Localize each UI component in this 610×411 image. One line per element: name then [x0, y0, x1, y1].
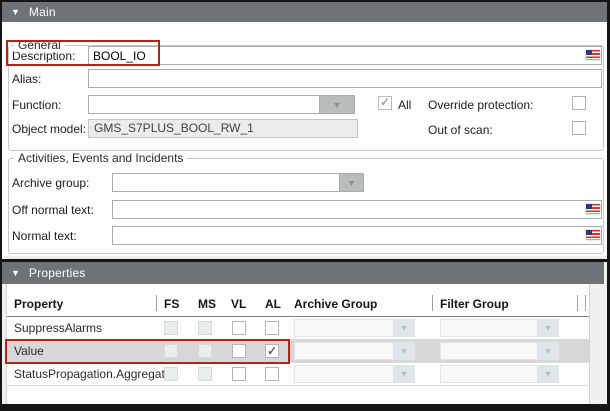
function-combobox-value[interactable]: [88, 95, 319, 114]
column-header-ms: MS: [198, 297, 216, 311]
column-separator: [156, 295, 157, 311]
column-header-al: AL: [265, 297, 281, 311]
column-header-property: Property: [14, 297, 63, 311]
dropdown-arrow-icon: ▼: [333, 100, 342, 110]
fs-checkbox: [164, 367, 178, 381]
function-dropdown-button[interactable]: ▼: [319, 95, 355, 114]
dropdown-arrow-icon: ▼: [400, 323, 409, 333]
collapse-icon[interactable]: ▼: [11, 269, 20, 278]
off-normal-text-label: Off normal text:: [12, 203, 94, 217]
fs-checkbox: [164, 344, 178, 358]
table-row[interactable]: SuppressAlarms ▼ ▼: [7, 317, 589, 340]
column-header-fs: FS: [164, 297, 179, 311]
dropdown-button[interactable]: ▼: [537, 319, 559, 337]
column-header-archive-group: Archive Group: [294, 297, 377, 311]
dropdown-arrow-icon: ▼: [400, 346, 409, 356]
dropdown-button[interactable]: ▼: [393, 319, 415, 337]
properties-section-title: Properties: [29, 266, 86, 280]
dropdown-arrow-icon: ▼: [400, 369, 409, 379]
al-checkbox[interactable]: ✓: [265, 344, 279, 358]
main-section-title: Main: [29, 5, 56, 19]
language-flag-icon: [586, 204, 600, 214]
off-normal-text-input[interactable]: [112, 200, 602, 219]
filter-group-cell-value[interactable]: [440, 319, 537, 337]
archive-group-cell-combobox[interactable]: ▼: [294, 365, 415, 383]
archive-group-dropdown-button[interactable]: ▼: [339, 173, 364, 192]
override-protection-label: Override protection:: [428, 98, 533, 112]
general-group-label: General: [14, 38, 65, 52]
filter-group-cell-combobox[interactable]: ▼: [440, 342, 559, 360]
vl-checkbox[interactable]: [232, 321, 246, 335]
language-flag-icon: [586, 230, 600, 240]
filter-group-cell-value[interactable]: [440, 365, 537, 383]
vl-checkbox[interactable]: [232, 367, 246, 381]
override-protection-checkbox[interactable]: [572, 96, 586, 110]
language-flag-icon: [586, 50, 600, 60]
panel-content: ▼ Main General Description: Alias: Funct…: [2, 2, 607, 404]
all-checkbox-label: All: [398, 98, 411, 112]
out-of-scan-checkbox[interactable]: [572, 121, 586, 135]
column-separator: [585, 295, 586, 311]
filter-group-cell-combobox[interactable]: ▼: [440, 365, 559, 383]
property-panel-window: ▼ Main General Description: Alias: Funct…: [0, 0, 610, 411]
dropdown-button[interactable]: ▼: [393, 365, 415, 383]
property-name: SuppressAlarms: [14, 321, 102, 335]
archive-group-combobox-value[interactable]: [112, 173, 339, 192]
archive-group-cell-value[interactable]: [294, 342, 393, 360]
properties-section-header[interactable]: ▼ Properties: [2, 262, 604, 284]
activities-group-label: Activities, Events and Incidents: [14, 151, 187, 165]
ms-checkbox: [198, 344, 212, 358]
column-header-vl: VL: [231, 297, 246, 311]
ms-checkbox: [198, 367, 212, 381]
description-input[interactable]: [88, 46, 602, 65]
function-label: Function:: [12, 98, 61, 112]
dropdown-button[interactable]: ▼: [393, 342, 415, 360]
column-header-filter-group: Filter Group: [440, 297, 509, 311]
table-row[interactable]: StatusPropagation.Aggregat ▼ ▼: [7, 363, 589, 386]
archive-group-cell-combobox[interactable]: ▼: [294, 319, 415, 337]
object-model-label: Object model:: [12, 122, 86, 136]
archive-group-combobox[interactable]: ▼: [112, 173, 364, 192]
properties-table: Property FS MS VL AL Archive Group Filte…: [6, 284, 590, 404]
dropdown-button[interactable]: ▼: [537, 365, 559, 383]
main-section-header[interactable]: ▼ Main: [2, 2, 607, 22]
out-of-scan-label: Out of scan:: [428, 123, 493, 137]
fs-checkbox: [164, 321, 178, 335]
property-name: Value: [14, 344, 44, 358]
al-checkbox[interactable]: [265, 321, 279, 335]
al-checkbox[interactable]: [265, 367, 279, 381]
collapse-icon[interactable]: ▼: [11, 8, 20, 17]
filter-group-cell-value[interactable]: [440, 342, 537, 360]
archive-group-cell-value[interactable]: [294, 319, 393, 337]
check-icon: ✓: [380, 96, 390, 108]
function-combobox[interactable]: ▼: [88, 95, 355, 114]
check-icon: ✓: [267, 345, 277, 357]
column-separator: [577, 295, 578, 311]
archive-group-cell-value[interactable]: [294, 365, 393, 383]
archive-group-label: Archive group:: [12, 176, 89, 190]
normal-text-label: Normal text:: [12, 229, 77, 243]
main-panel: General Description: Alias: Function: ▼ …: [2, 22, 607, 256]
alias-label: Alias:: [12, 72, 41, 86]
table-row[interactable]: Value ✓ ▼ ▼: [7, 340, 589, 363]
normal-text-input[interactable]: [112, 226, 602, 245]
ms-checkbox: [198, 321, 212, 335]
column-separator: [432, 295, 433, 311]
dropdown-arrow-icon: ▼: [544, 346, 553, 356]
property-name: StatusPropagation.Aggregat: [14, 367, 165, 381]
dropdown-arrow-icon: ▼: [544, 369, 553, 379]
dropdown-button[interactable]: ▼: [537, 342, 559, 360]
all-checkbox[interactable]: ✓: [378, 96, 392, 110]
vl-checkbox[interactable]: [232, 344, 246, 358]
archive-group-cell-combobox[interactable]: ▼: [294, 342, 415, 360]
dropdown-arrow-icon: ▼: [347, 178, 356, 188]
properties-panel: Property FS MS VL AL Archive Group Filte…: [2, 284, 607, 404]
dropdown-arrow-icon: ▼: [544, 323, 553, 333]
filter-group-cell-combobox[interactable]: ▼: [440, 319, 559, 337]
alias-input[interactable]: [88, 69, 602, 88]
object-model-field: GMS_S7PLUS_BOOL_RW_1: [88, 119, 358, 138]
